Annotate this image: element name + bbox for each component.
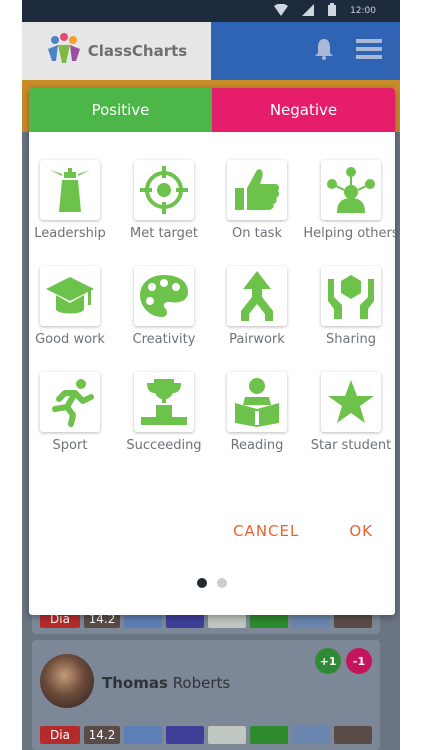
behaviour-type-tabs: Positive Negative [29,88,395,132]
status-bar: 12:00 [22,0,400,22]
ok-button[interactable]: OK [349,522,373,540]
page-dot-active[interactable] [197,578,207,588]
award-points-dialog: Positive Negative Leadership Met target … [29,88,395,615]
behaviour-label: Pairwork [229,332,285,347]
chip [334,726,372,744]
chip [166,726,204,744]
page-dot[interactable] [217,578,227,588]
logo-text: ClassCharts [87,42,188,60]
star-icon [321,372,381,432]
classcharts-logo-icon [46,33,82,69]
tab-negative[interactable]: Negative [212,88,395,132]
crosshair-icon [134,160,194,220]
hamburger-menu-icon[interactable] [356,39,382,63]
phone-screen: 12:00 ClassCharts Dia 14.2 Thomas Robert… [22,0,400,750]
behaviour-helping-others[interactable]: Helping others [303,160,395,241]
score-chip: 14.2 [84,726,120,744]
palette-icon [134,266,194,326]
student-card[interactable]: Thomas Roberts +1 -1 Dia 14.2 [32,640,380,750]
app-bar: ClassCharts [22,22,400,80]
behaviour-creativity[interactable]: Creativity [116,266,212,347]
trophy-podium-icon [134,372,194,432]
wifi-icon [274,3,289,19]
behaviour-label: Star student [310,438,392,453]
lighthouse-icon [40,160,100,220]
signal-icon [302,3,315,19]
chip [208,726,246,744]
behaviour-pairwork[interactable]: Pairwork [209,266,305,347]
student-first-name: Thomas [102,674,168,692]
behaviour-label: Sharing [326,332,376,347]
chip [124,726,162,744]
cancel-button[interactable]: CANCEL [233,522,299,540]
reader-icon [227,372,287,432]
status-time: 12:00 [350,6,376,16]
behaviour-label: On task [232,226,282,241]
thumbs-up-icon [227,160,287,220]
behaviour-on-task[interactable]: On task [209,160,305,241]
logo[interactable]: ClassCharts [22,22,211,80]
behaviour-label: Reading [230,438,284,453]
behaviour-label: Creativity [132,332,196,347]
student-name: Thomas Roberts [102,674,230,692]
behaviour-label: Sport [52,438,88,453]
behaviour-good-work[interactable]: Good work [29,266,118,347]
dialog-actions: CANCEL OK [233,522,373,540]
tab-positive[interactable]: Positive [29,88,212,132]
plus-points-badge[interactable]: +1 [315,648,341,674]
behaviour-label: Leadership [34,226,106,241]
behaviour-sport[interactable]: Sport [29,372,118,453]
behaviour-label: Succeeding [126,438,202,453]
page-indicator [29,578,395,588]
behaviour-label: Good work [35,332,105,347]
graduation-cap-icon [40,266,100,326]
avatar [40,654,94,708]
behaviour-leadership[interactable]: Leadership [29,160,118,241]
chip [292,726,330,744]
runner-icon [40,372,100,432]
hands-hexagon-icon [321,266,381,326]
bell-icon[interactable] [314,38,334,64]
behaviour-label: Helping others [303,226,395,241]
chip [250,726,288,744]
behaviour-succeeding[interactable]: Succeeding [116,372,212,453]
student-last-name: Roberts [172,674,231,692]
behaviour-label: Met target [130,226,198,241]
behaviour-star-student[interactable]: Star student [303,372,395,453]
network-person-icon [321,160,381,220]
behaviour-met-target[interactable]: Met target [116,160,212,241]
attendance-chip: Dia [40,726,80,744]
behaviour-sharing[interactable]: Sharing [303,266,395,347]
behaviour-reading[interactable]: Reading [209,372,305,453]
merge-arrows-icon [227,266,287,326]
minus-points-badge[interactable]: -1 [346,648,372,674]
battery-icon [328,3,337,19]
app-bar-actions [211,22,400,80]
